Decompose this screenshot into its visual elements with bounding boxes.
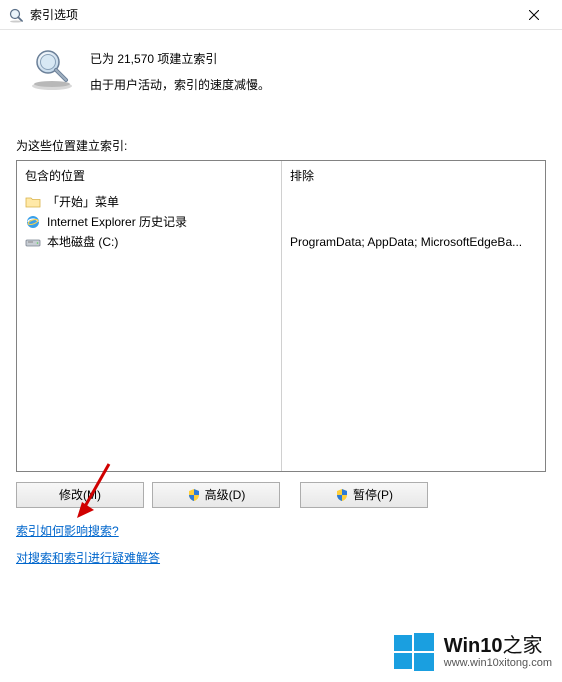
list-item[interactable]: Internet Explorer 历史记录 (25, 212, 273, 232)
list-item[interactable]: 「开始」菜单 (25, 192, 273, 212)
excluded-header: 排除 (290, 167, 537, 184)
titlebar: 索引选项 (0, 0, 562, 30)
watermark: Win10之家 www.win10xitong.com (390, 628, 554, 676)
watermark-text: Win10之家 www.win10xitong.com (444, 635, 552, 669)
included-header: 包含的位置 (25, 167, 273, 184)
button-row: 修改(M) 高级(D) 暂停(P) (16, 482, 546, 508)
list-item-label: 本地磁盘 (C:) (47, 232, 118, 252)
uac-shield-icon (335, 488, 349, 502)
button-label: 修改(M) (59, 486, 101, 503)
excluded-column: 排除 ProgramData; AppData; MicrosoftEdgeBa… (281, 161, 545, 471)
watermark-brand: Win10 (444, 635, 503, 657)
links-area: 索引如何影响搜索? 对搜索和索引进行疑难解答 (16, 522, 546, 566)
link-troubleshoot[interactable]: 对搜索和索引进行疑难解答 (16, 549, 546, 566)
button-label: 暂停(P) (353, 486, 393, 503)
index-options-icon (8, 7, 24, 23)
list-item-label: Internet Explorer 历史记录 (47, 212, 187, 232)
status-text: 已为 21,570 项建立索引 由于用户活动，索引的速度减慢。 (90, 44, 270, 99)
uac-shield-icon (187, 488, 201, 502)
list-item[interactable]: 本地磁盘 (C:) (25, 232, 273, 252)
search-magnifier-icon (28, 44, 76, 92)
window-title: 索引选项 (30, 6, 514, 23)
pause-button[interactable]: 暂停(P) (300, 482, 428, 508)
status-indexed-count: 已为 21,570 项建立索引 (90, 46, 270, 72)
content-area: 已为 21,570 项建立索引 由于用户活动，索引的速度减慢。 为这些位置建立索… (0, 30, 562, 566)
section-label: 为这些位置建立索引: (16, 137, 546, 154)
excluded-value: ProgramData; AppData; MicrosoftEdgeBa... (290, 232, 537, 252)
advanced-button[interactable]: 高级(D) (152, 482, 280, 508)
close-button[interactable] (514, 0, 554, 30)
locations-listbox: 包含的位置 「开始」菜单 Internet Explorer 历史记录 本地磁盘… (16, 160, 546, 472)
button-label: 高级(D) (205, 486, 246, 503)
status-speed-note: 由于用户活动，索引的速度减慢。 (90, 72, 270, 98)
drive-icon (25, 234, 41, 250)
ie-icon (25, 214, 41, 230)
windows-logo-icon (392, 630, 436, 674)
watermark-url: www.win10xitong.com (444, 657, 552, 669)
folder-icon (25, 194, 41, 210)
link-how-affect-search[interactable]: 索引如何影响搜索? (16, 522, 546, 539)
modify-button[interactable]: 修改(M) (16, 482, 144, 508)
included-column: 包含的位置 「开始」菜单 Internet Explorer 历史记录 本地磁盘… (17, 161, 281, 471)
watermark-suffix: 之家 (503, 635, 543, 657)
status-row: 已为 21,570 项建立索引 由于用户活动，索引的速度减慢。 (24, 44, 546, 99)
close-icon (529, 10, 539, 20)
list-item-label: 「开始」菜单 (47, 192, 119, 212)
